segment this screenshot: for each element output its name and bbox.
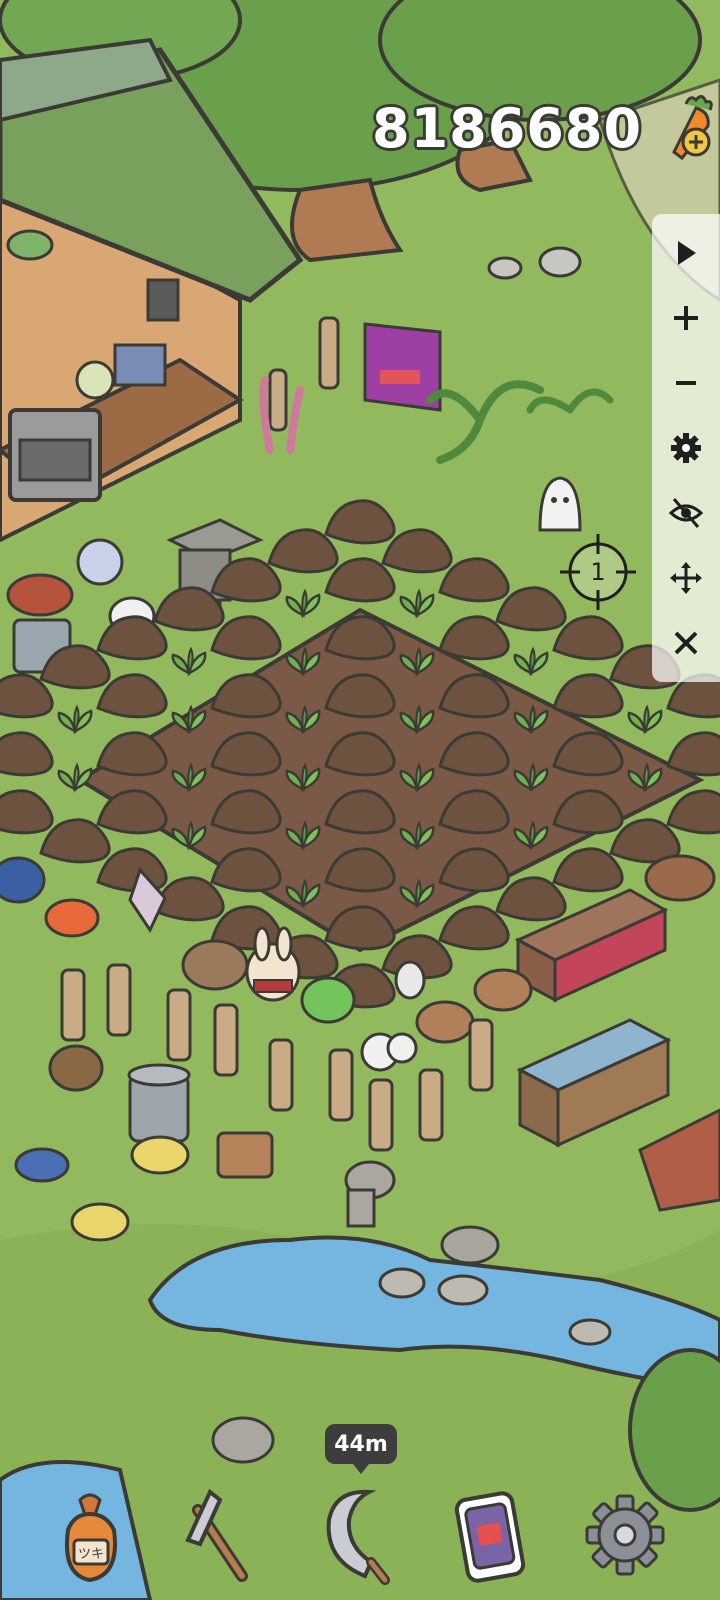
radio[interactable] bbox=[216, 1131, 274, 1179]
carrot-currency: 8186680 bbox=[372, 92, 720, 164]
hoe-icon[interactable] bbox=[170, 1480, 270, 1590]
seed-bag-icon[interactable]: ツキ bbox=[40, 1480, 140, 1590]
fence-post bbox=[166, 988, 192, 1062]
gear-icon[interactable] bbox=[575, 1480, 675, 1590]
fence-post bbox=[368, 1078, 394, 1152]
sickle-icon[interactable] bbox=[305, 1480, 405, 1590]
gear-icon[interactable] bbox=[664, 426, 708, 470]
game-scene[interactable] bbox=[0, 0, 720, 1600]
close-icon[interactable] bbox=[664, 621, 708, 665]
fence-post bbox=[468, 1018, 494, 1092]
bottom-toolbar: ツキ bbox=[0, 1480, 720, 1600]
crosshair-marker[interactable]: 1 bbox=[560, 534, 636, 610]
fence-post bbox=[328, 1048, 354, 1122]
crosshair-label: 1 bbox=[590, 558, 606, 586]
play-icon[interactable] bbox=[664, 231, 708, 275]
phone-icon[interactable] bbox=[440, 1480, 540, 1590]
trash-can[interactable] bbox=[127, 1063, 191, 1143]
fence-post bbox=[418, 1068, 444, 1142]
carrot-plus-icon[interactable] bbox=[656, 92, 720, 164]
fence-post bbox=[60, 968, 86, 1042]
zoom-out-icon[interactable] bbox=[664, 361, 708, 405]
zoom-in-icon[interactable] bbox=[664, 296, 708, 340]
fence-post bbox=[213, 1003, 239, 1077]
edit-toolbar bbox=[652, 214, 720, 682]
carrot-count: 8186680 bbox=[372, 96, 643, 160]
green-frog-plush[interactable] bbox=[300, 976, 356, 1024]
fence-post bbox=[106, 963, 132, 1037]
fence-post bbox=[268, 1038, 294, 1112]
move-arrows-icon[interactable] bbox=[664, 556, 708, 600]
eye-hidden-icon[interactable] bbox=[664, 491, 708, 535]
harvest-timer: 44m bbox=[325, 1424, 397, 1474]
seed-bag-label: ツキ bbox=[78, 1547, 104, 1562]
